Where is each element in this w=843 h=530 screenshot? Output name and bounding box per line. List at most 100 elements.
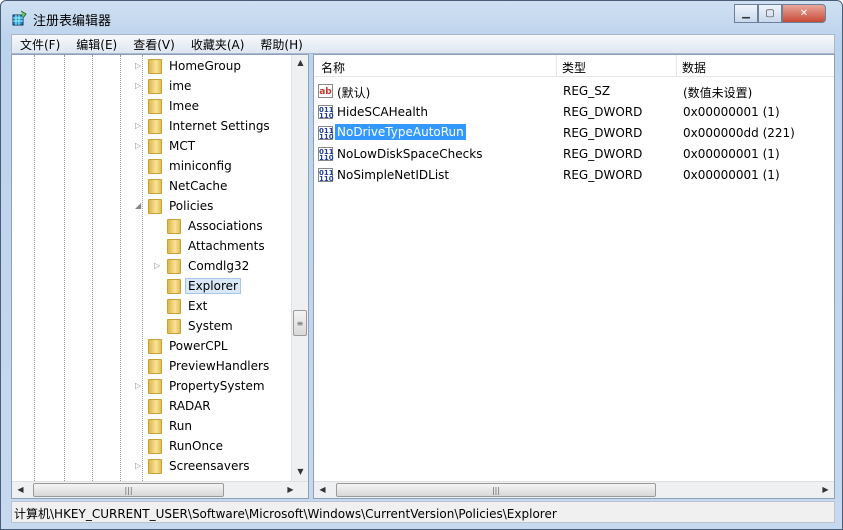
tree-node-label: Imee bbox=[169, 99, 199, 113]
tree-horizontal-scrollbar[interactable]: ◀ ||| ▶ bbox=[12, 481, 308, 498]
tree-node-label: System bbox=[188, 319, 233, 333]
menu-file[interactable]: 文件(F) bbox=[12, 36, 68, 53]
tree-node[interactable]: Run bbox=[148, 416, 192, 436]
folder-icon bbox=[167, 318, 181, 334]
tree-node[interactable]: NetCache bbox=[148, 176, 227, 196]
folder-icon bbox=[148, 118, 162, 134]
list-horizontal-scrollbar[interactable]: ◀ ||| ▶ bbox=[314, 481, 834, 498]
tree-node[interactable]: Imee bbox=[148, 96, 199, 116]
tree-node-label: PreviewHandlers bbox=[169, 359, 270, 373]
value-data: 0x000000dd (221) bbox=[683, 126, 795, 140]
value-row[interactable]: 011 110 NoSimpleNetIDList REG_DWORD 0x000000… bbox=[318, 165, 818, 186]
folder-icon bbox=[148, 458, 162, 474]
binary-value-icon: 011 110 bbox=[318, 168, 334, 183]
value-type: REG_DWORD bbox=[563, 126, 643, 140]
value-type: REG_DWORD bbox=[563, 147, 643, 161]
tree-node[interactable]: Ext bbox=[167, 296, 207, 316]
tree-node[interactable]: Internet Settings bbox=[148, 116, 270, 136]
close-button[interactable]: ✕ bbox=[782, 4, 826, 23]
tree-node[interactable]: Comdlg32 bbox=[167, 256, 249, 276]
tree-node[interactable]: ime bbox=[148, 76, 191, 96]
tree-node[interactable]: miniconfig bbox=[148, 156, 232, 176]
scroll-right-icon[interactable]: ▶ bbox=[817, 485, 834, 494]
string-value-icon: ab bbox=[318, 84, 333, 98]
folder-icon bbox=[148, 198, 162, 214]
tree-node-label: Internet Settings bbox=[169, 119, 270, 133]
tree-node[interactable]: System bbox=[167, 316, 233, 336]
folder-icon bbox=[148, 98, 162, 114]
tree-node[interactable]: Associations bbox=[167, 216, 263, 236]
maximize-icon: ▢ bbox=[765, 8, 775, 19]
tree-node-label: miniconfig bbox=[169, 159, 232, 173]
tree-node-label: Explorer bbox=[185, 278, 241, 294]
tree-node[interactable]: Explorer bbox=[167, 276, 241, 296]
value-data: (数值未设置) bbox=[683, 86, 753, 100]
value-list: 名称 类型 数据 ◀ ||| ▶ ab (默认) REG_SZ (数值未设置) 011 1… bbox=[313, 54, 835, 499]
minimize-icon: ▁ bbox=[742, 8, 750, 19]
tree-node-label: Associations bbox=[188, 219, 263, 233]
expand-icon[interactable]: ▷ bbox=[135, 381, 141, 390]
tree-node-label: PowerCPL bbox=[169, 339, 228, 353]
tree-node[interactable]: PowerCPL bbox=[148, 336, 228, 356]
column-data[interactable]: 数据 bbox=[682, 59, 706, 76]
scroll-up-icon[interactable]: ▲ bbox=[292, 58, 308, 67]
menu-help[interactable]: 帮助(H) bbox=[252, 36, 310, 53]
maximize-button[interactable]: ▢ bbox=[758, 4, 782, 23]
folder-icon bbox=[148, 78, 162, 94]
scroll-left-icon[interactable]: ◀ bbox=[314, 485, 331, 494]
expand-icon[interactable]: ▷ bbox=[154, 261, 160, 270]
value-name: HideSCAHealth bbox=[337, 105, 428, 119]
menu-favorites[interactable]: 收藏夹(A) bbox=[183, 36, 253, 53]
scroll-thumb[interactable]: ≡ bbox=[293, 310, 307, 336]
tree-node[interactable]: RADAR bbox=[148, 396, 211, 416]
tree-node[interactable]: PropertySystem bbox=[148, 376, 265, 396]
scroll-down-icon[interactable]: ▼ bbox=[292, 467, 308, 476]
value-row[interactable]: 011 110 NoDriveTypeAutoRun REG_DWORD 0x00000… bbox=[318, 123, 818, 144]
expand-icon[interactable]: ▷ bbox=[135, 461, 141, 470]
tree-node[interactable]: Screensavers bbox=[148, 456, 250, 476]
collapse-icon[interactable]: ◢ bbox=[135, 201, 141, 210]
menu-bar: 文件(F) 编辑(E) 查看(V) 收藏夹(A) 帮助(H) bbox=[11, 34, 835, 54]
minimize-button[interactable]: ▁ bbox=[734, 4, 758, 23]
tree-node[interactable]: PreviewHandlers bbox=[148, 356, 269, 376]
menu-edit[interactable]: 编辑(E) bbox=[68, 36, 125, 53]
value-type: REG_SZ bbox=[563, 84, 611, 98]
scroll-thumb[interactable]: ||| bbox=[336, 483, 656, 497]
menu-view[interactable]: 查看(V) bbox=[125, 36, 183, 53]
tree-vertical-scrollbar[interactable]: ▲ ≡ ▼ bbox=[291, 55, 308, 481]
scroll-right-icon[interactable]: ▶ bbox=[282, 485, 299, 494]
value-name: (默认) bbox=[337, 86, 371, 100]
folder-icon bbox=[167, 258, 181, 274]
expand-icon[interactable]: ▷ bbox=[135, 141, 141, 150]
folder-icon bbox=[148, 338, 162, 354]
value-row[interactable]: 011 110 HideSCAHealth REG_DWORD 0x00000001 (… bbox=[318, 102, 818, 123]
expand-icon[interactable]: ▷ bbox=[135, 81, 141, 90]
column-name[interactable]: 名称 bbox=[321, 59, 345, 76]
binary-value-icon: 011 110 bbox=[318, 126, 334, 141]
folder-icon bbox=[167, 238, 181, 254]
folder-icon bbox=[148, 358, 162, 374]
value-row[interactable]: ab (默认) REG_SZ (数值未设置) bbox=[318, 81, 818, 102]
value-name: NoSimpleNetIDList bbox=[337, 168, 450, 182]
tree-node[interactable]: MCT bbox=[148, 136, 195, 156]
expand-icon[interactable]: ▷ bbox=[135, 61, 141, 70]
value-data: 0x00000001 (1) bbox=[683, 168, 780, 182]
scroll-left-icon[interactable]: ◀ bbox=[12, 485, 29, 494]
value-row[interactable]: 011 110 NoLowDiskSpaceChecks REG_DWORD 0x000… bbox=[318, 144, 818, 165]
folder-icon bbox=[148, 438, 162, 454]
tree-node-label: PropertySystem bbox=[169, 379, 265, 393]
tree-node[interactable]: RunOnce bbox=[148, 436, 223, 456]
tree-node[interactable]: Attachments bbox=[167, 236, 265, 256]
value-type: REG_DWORD bbox=[563, 168, 643, 182]
key-tree: ▲ ≡ ▼ ◀ ||| ▶ ▷ HomeGroup ▷ ime Imee ▷ Interne… bbox=[11, 54, 309, 499]
scroll-thumb[interactable]: ||| bbox=[33, 483, 224, 497]
tree-node[interactable]: HomeGroup bbox=[148, 56, 241, 76]
tree-node-label: MCT bbox=[169, 139, 196, 153]
tree-node[interactable]: Policies bbox=[148, 196, 213, 216]
column-type[interactable]: 类型 bbox=[562, 59, 586, 76]
tree-guide-line bbox=[34, 55, 35, 481]
expand-icon[interactable]: ▷ bbox=[135, 121, 141, 130]
tree-node-label: ime bbox=[169, 79, 192, 93]
folder-icon bbox=[148, 158, 162, 174]
tree-node-label: HomeGroup bbox=[169, 59, 241, 73]
